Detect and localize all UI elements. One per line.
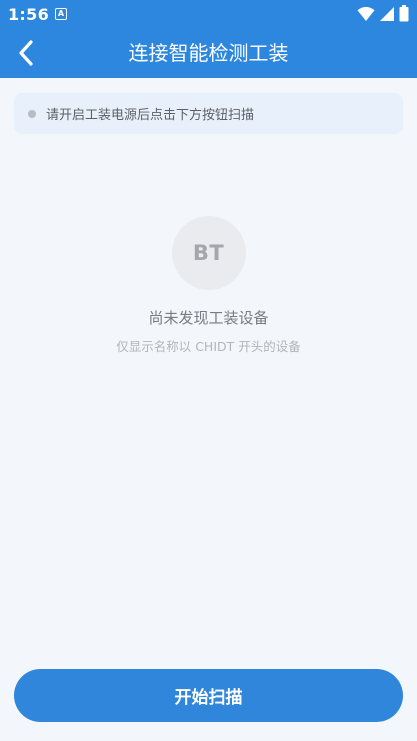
notification-icon: A	[55, 8, 67, 20]
start-scan-button[interactable]: 开始扫描	[14, 669, 403, 722]
bluetooth-badge-icon: BT	[171, 216, 246, 290]
screen: 1:56 A 连接智能检测工装 请开启工装电源后点击下方按钮扫描 BT 尚未发现…	[0, 0, 417, 741]
signal-icon	[380, 6, 394, 21]
app-bar: 连接智能检测工装	[0, 28, 417, 78]
hint-text: 请开启工装电源后点击下方按钮扫描	[46, 108, 255, 123]
page-title: 连接智能检测工装	[128, 41, 289, 65]
hint-banner: 请开启工装电源后点击下方按钮扫描	[14, 93, 403, 134]
wifi-icon	[357, 6, 375, 21]
empty-state-subtitle: 仅显示名称以 CHIDT 开头的设备	[116, 339, 301, 354]
bullet-dot-icon	[28, 109, 36, 118]
status-bar: 1:56 A	[0, 0, 417, 28]
empty-state-title: 尚未发现工装设备	[148, 309, 269, 327]
status-time: 1:56	[8, 5, 49, 24]
status-icons	[357, 5, 409, 22]
battery-icon	[399, 5, 409, 22]
empty-state: BT 尚未发现工装设备 仅显示名称以 CHIDT 开头的设备	[0, 216, 417, 355]
